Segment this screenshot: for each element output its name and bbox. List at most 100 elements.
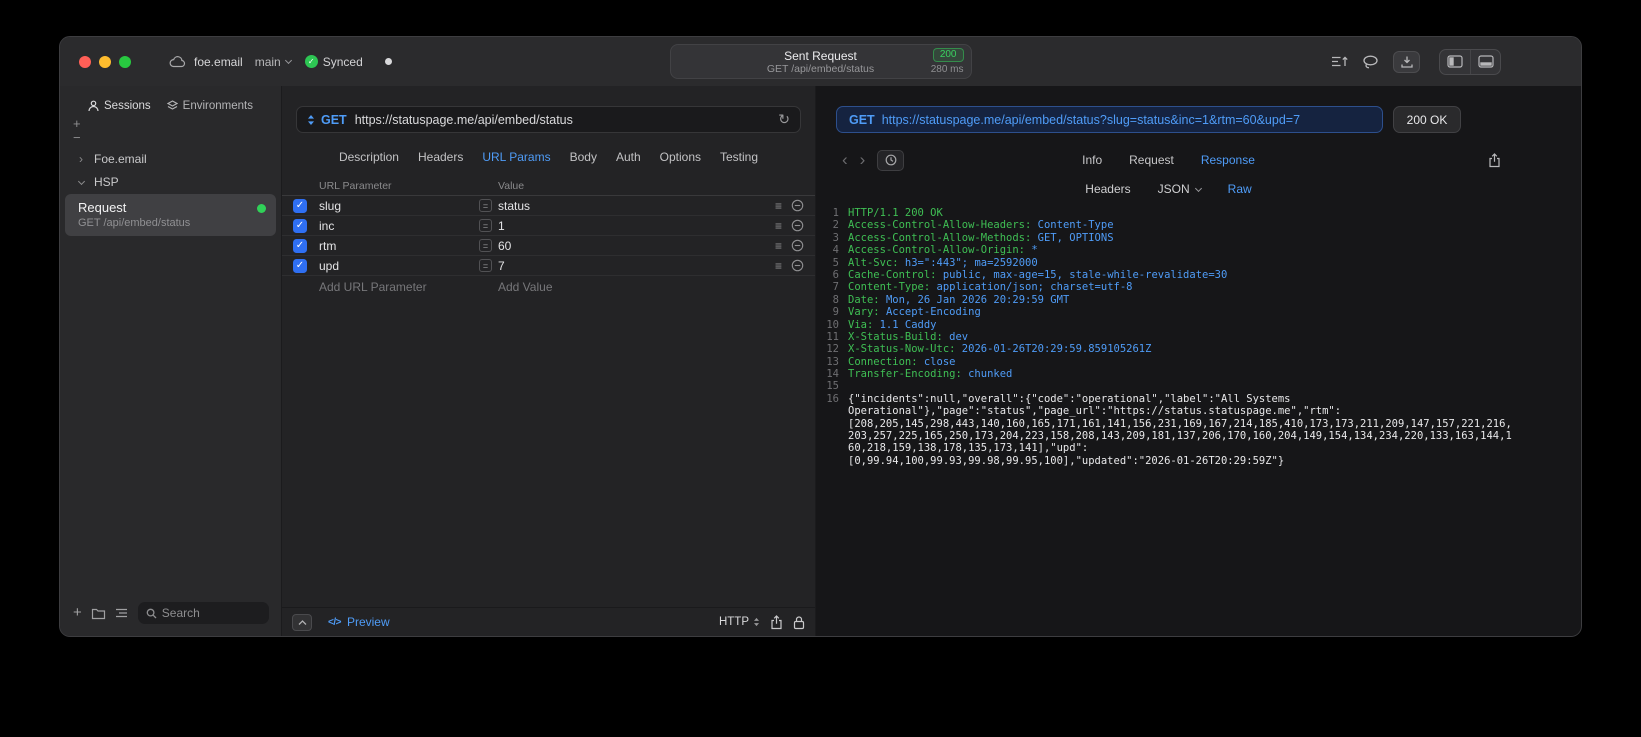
equals-icon: =: [479, 259, 492, 272]
cloud-icon: [169, 55, 186, 68]
request-tab-options[interactable]: Options: [660, 150, 701, 164]
toolbar-right: [1330, 48, 1501, 75]
reorder-handle-icon[interactable]: ≡: [775, 199, 782, 213]
toggle-left-sidebar-icon[interactable]: [1440, 50, 1470, 74]
request-method[interactable]: GET: [321, 113, 347, 127]
response-body-line: 12 X-Status-Now-Utc: 2026-01-26T20:29:59.…: [826, 343, 1152, 356]
reorder-handle-icon[interactable]: ≡: [775, 239, 782, 253]
refresh-icon[interactable]: ↻: [778, 111, 790, 128]
tree-item-foe-email[interactable]: › Foe.email: [60, 147, 281, 170]
tree-item-hsp[interactable]: HSP: [60, 170, 281, 193]
request-tab-auth[interactable]: Auth: [616, 150, 641, 164]
sidebar-tabs: Sessions Environments: [60, 100, 281, 112]
share-icon[interactable]: [770, 614, 783, 630]
response-subtab-headers[interactable]: Headers: [1085, 182, 1130, 196]
list-view-icon[interactable]: [115, 607, 129, 619]
tab-environments[interactable]: Environments: [166, 100, 253, 112]
reorder-handle-icon[interactable]: ≡: [775, 259, 782, 273]
request-footer: </> Preview HTTP: [282, 607, 815, 636]
response-status-badge: 200 OK: [1393, 106, 1461, 133]
param-checkbox[interactable]: ✓: [293, 218, 307, 233]
response-subtab-raw[interactable]: Raw: [1228, 182, 1252, 196]
param-checkbox[interactable]: ✓: [293, 198, 307, 213]
tree-item-label: HSP: [94, 174, 119, 189]
new-folder-icon[interactable]: [91, 607, 106, 620]
response-url-bar[interactable]: GET https://statuspage.me/api/embed/stat…: [836, 106, 1383, 133]
add-param-placeholder[interactable]: Add URL Parameter: [319, 280, 479, 294]
branch-selector[interactable]: main: [254, 54, 292, 69]
tab-sessions[interactable]: Sessions: [88, 100, 151, 112]
response-body-line: 10 Via: 1.1 Caddy: [826, 318, 937, 331]
param-name-field[interactable]: rtm: [319, 239, 479, 253]
response-tab-info[interactable]: Info: [1082, 153, 1102, 167]
param-name-field[interactable]: inc: [319, 219, 479, 233]
response-subtab-json[interactable]: JSON: [1158, 182, 1202, 196]
preview-label: Preview: [346, 615, 390, 629]
sent-request-summary[interactable]: Sent Request GET /api/embed/status 200 2…: [669, 44, 972, 79]
sidebar-request-item[interactable]: Request GET /api/embed/status: [65, 194, 276, 236]
save-response-icon[interactable]: [1393, 50, 1420, 73]
add-value-placeholder[interactable]: Add Value: [479, 280, 758, 294]
protocol-selector[interactable]: HTTP: [719, 616, 760, 628]
import-export-icon[interactable]: [1330, 53, 1348, 70]
add-session-button[interactable]: +: [73, 117, 281, 130]
method-stepper-icon[interactable]: [307, 114, 315, 126]
console-toggle-button[interactable]: [292, 613, 312, 631]
param-value-field[interactable]: 60: [498, 239, 511, 253]
param-value-field[interactable]: 7: [498, 259, 505, 273]
response-tab-request[interactable]: Request: [1129, 153, 1174, 167]
lasso-icon[interactable]: [1361, 54, 1380, 70]
close-button[interactable]: [79, 55, 91, 68]
branch-name: main: [254, 54, 281, 69]
project-cluster: foe.email main ✓ Synced: [169, 55, 392, 69]
response-body-line: 203,257,225,165,250,173,204,223,158,208,…: [848, 430, 1512, 443]
sync-label: Synced: [322, 54, 363, 69]
response-body-line: 14 Transfer-Encoding: chunked: [826, 368, 1013, 381]
url-params-table: URL Parameter Value ✓ slug = status ≡ ✓ inc = 1 ≡…: [282, 177, 815, 607]
request-tab-body[interactable]: Body: [570, 150, 597, 164]
request-item-title: Request: [78, 200, 127, 215]
panel-toggle-group: [1439, 48, 1501, 75]
remove-param-icon[interactable]: [791, 259, 804, 272]
tree-item-label: Foe.email: [94, 151, 147, 166]
param-checkbox[interactable]: ✓: [293, 258, 307, 273]
project-name[interactable]: foe.email: [194, 55, 243, 69]
remove-param-icon[interactable]: [791, 219, 804, 232]
add-request-button[interactable]: +: [73, 605, 82, 620]
request-tab-testing[interactable]: Testing: [720, 150, 758, 164]
response-body-line: 13 Connection: close: [826, 355, 956, 368]
response-subtabs: Headers JSON Raw: [836, 182, 1501, 196]
remove-session-button[interactable]: −: [73, 131, 281, 144]
toggle-bottom-panel-icon[interactable]: [1470, 49, 1500, 74]
remove-param-icon[interactable]: [791, 199, 804, 212]
request-tabs: Description Headers URL Params Body Auth Opti…: [282, 150, 815, 164]
param-name-field[interactable]: slug: [319, 199, 479, 213]
request-url[interactable]: https://statuspage.me/api/embed/status: [355, 113, 773, 127]
param-value-field[interactable]: 1: [498, 219, 505, 233]
response-body-line: 3 Access-Control-Allow-Methods: GET, OPTI…: [832, 231, 1114, 244]
reorder-handle-icon[interactable]: ≡: [775, 219, 782, 233]
export-response-icon[interactable]: [1488, 152, 1501, 168]
lock-icon[interactable]: [793, 615, 805, 630]
response-body-line: 5 Alt-Svc: h3=":443"; ma=2592000: [832, 256, 1038, 269]
request-tab-url-params[interactable]: URL Params: [482, 150, 550, 164]
param-checkbox[interactable]: ✓: [293, 238, 307, 253]
preview-button[interactable]: </> Preview: [328, 615, 390, 629]
request-status-dot: [257, 204, 266, 213]
response-body[interactable]: 1 HTTP/1.1 200 OK 2 Access-Control-Allow-He…: [816, 207, 1581, 636]
request-tab-headers[interactable]: Headers: [418, 150, 463, 164]
params-table-header: URL Parameter Value: [282, 177, 815, 196]
minimize-button[interactable]: [99, 55, 111, 68]
zoom-button[interactable]: [119, 55, 131, 68]
param-name-field[interactable]: upd: [319, 259, 479, 273]
search-field[interactable]: Search: [137, 602, 269, 624]
request-url-bar[interactable]: GET https://statuspage.me/api/embed/stat…: [296, 106, 801, 133]
response-body-line: 9 Vary: Accept-Encoding: [832, 306, 981, 319]
add-param-row[interactable]: Add URL Parameter Add Value: [282, 276, 815, 298]
param-value-field[interactable]: status: [498, 199, 530, 213]
response-tab-response[interactable]: Response: [1201, 153, 1255, 167]
unsaved-changes-dot: [384, 58, 392, 65]
sidebar: Sessions Environments + − › Foe.email HS…: [60, 86, 282, 636]
request-tab-description[interactable]: Description: [339, 150, 399, 164]
remove-param-icon[interactable]: [791, 239, 804, 252]
